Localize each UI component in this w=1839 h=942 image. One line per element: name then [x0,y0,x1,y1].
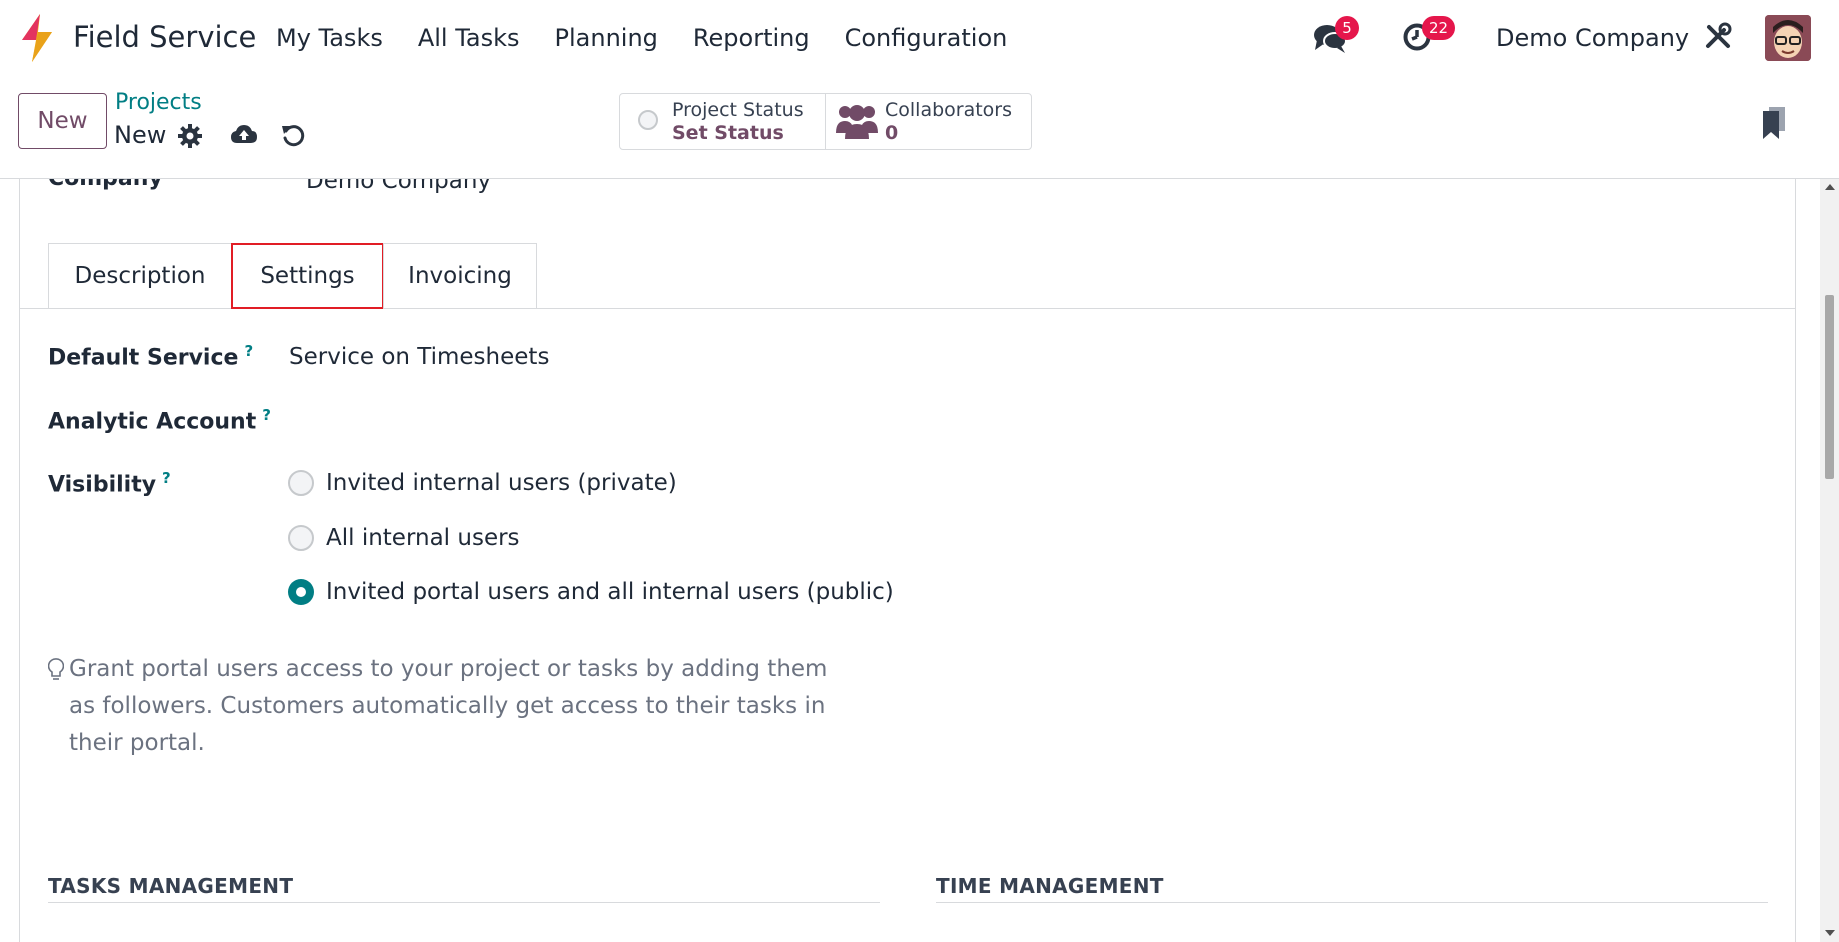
analytic-account-label-text: Analytic Account [48,409,257,435]
lightbulb-icon [48,658,64,680]
project-status-button[interactable]: Project Status Set Status [620,94,825,149]
tab-invoicing[interactable]: Invoicing [383,243,537,309]
default-service-field[interactable]: Service on Timesheets [289,344,549,370]
default-service-label-text: Default Service [48,345,239,371]
project-status-label: Project Status [672,99,804,121]
section-time-rule [936,902,1768,903]
scroll-up-arrow-icon[interactable] [1825,184,1835,190]
section-tasks-rule [48,902,880,903]
record-settings-button[interactable] [178,124,202,152]
analytic-account-label: Analytic Account? [48,406,271,434]
activities-button[interactable]: 22 [1402,16,1456,56]
top-navbar: Field Service My Tasks All Tasks Plannin… [0,0,1839,76]
menu-configuration[interactable]: Configuration [845,24,1008,52]
control-panel: New Projects New Project Status Set Stat… [0,76,1839,179]
visibility-option-label: Invited internal users (private) [326,470,677,496]
visibility-help[interactable]: ? [162,469,171,487]
radio-button-selected[interactable] [288,579,314,605]
bookmark-icon [1763,107,1785,139]
status-circle-icon [638,110,658,130]
visibility-label-text: Visibility [48,472,157,498]
breadcrumb-current: New [114,121,167,149]
analytic-account-field[interactable] [289,400,849,436]
scroll-down-arrow-icon[interactable] [1825,930,1835,936]
knowledge-button[interactable] [1763,107,1787,143]
visibility-label: Visibility? [48,469,171,497]
discard-button[interactable] [281,123,305,151]
tab-settings[interactable]: Settings [233,245,382,307]
gear-icon [178,124,202,148]
visibility-option-label: Invited portal users and all internal us… [326,579,894,605]
default-service-help[interactable]: ? [244,342,253,360]
scroll-thumb[interactable] [1825,295,1834,479]
company-switcher[interactable]: Demo Company [1496,24,1689,52]
undo-icon [282,125,305,147]
visibility-option-internal[interactable]: All internal users [288,523,520,553]
radio-button[interactable] [288,470,314,496]
stat-buttons: Project Status Set Status Collaborators … [619,93,1032,150]
activities-count-badge: 22 [1422,16,1456,40]
menu-all-tasks[interactable]: All Tasks [418,24,520,52]
collaborators-label: Collaborators [885,99,1013,121]
visibility-option-label: All internal users [326,525,520,551]
messages-button[interactable]: 5 [1313,16,1359,56]
menu-reporting[interactable]: Reporting [693,24,810,52]
section-tasks-management: TASKS MANAGEMENT [48,874,294,898]
save-button[interactable] [230,123,258,151]
cloud-upload-icon [231,125,257,143]
users-icon [836,105,878,139]
collaborators-button[interactable]: Collaborators 0 [826,94,1032,149]
menu-planning[interactable]: Planning [555,24,658,52]
visibility-option-private[interactable]: Invited internal users (private) [288,468,677,498]
visibility-hint: Grant portal users access to your projec… [69,656,828,756]
debug-tools-button[interactable] [1704,22,1734,52]
messages-count-badge: 5 [1335,16,1359,40]
new-button[interactable]: New [18,93,107,149]
collaborators-count: 0 [885,122,899,144]
visibility-option-public[interactable]: Invited portal users and all internal us… [288,577,894,607]
app-name[interactable]: Field Service [73,20,256,54]
radio-button[interactable] [288,525,314,551]
tab-description[interactable]: Description [48,243,232,309]
breadcrumb-projects[interactable]: Projects [115,90,202,115]
analytic-account-help[interactable]: ? [262,406,271,424]
user-avatar[interactable] [1765,15,1811,61]
default-service-label: Default Service? [48,342,253,370]
field-service-logo-icon[interactable] [18,14,56,62]
project-status-value: Set Status [672,122,784,144]
scrollbar[interactable] [1820,179,1839,942]
main-menu: My Tasks All Tasks Planning Reporting Co… [276,24,1042,52]
avatar-face-icon [1765,15,1811,61]
section-time-management: TIME MANAGEMENT [936,874,1164,898]
tools-icon [1706,22,1732,48]
menu-my-tasks[interactable]: My Tasks [276,24,383,52]
